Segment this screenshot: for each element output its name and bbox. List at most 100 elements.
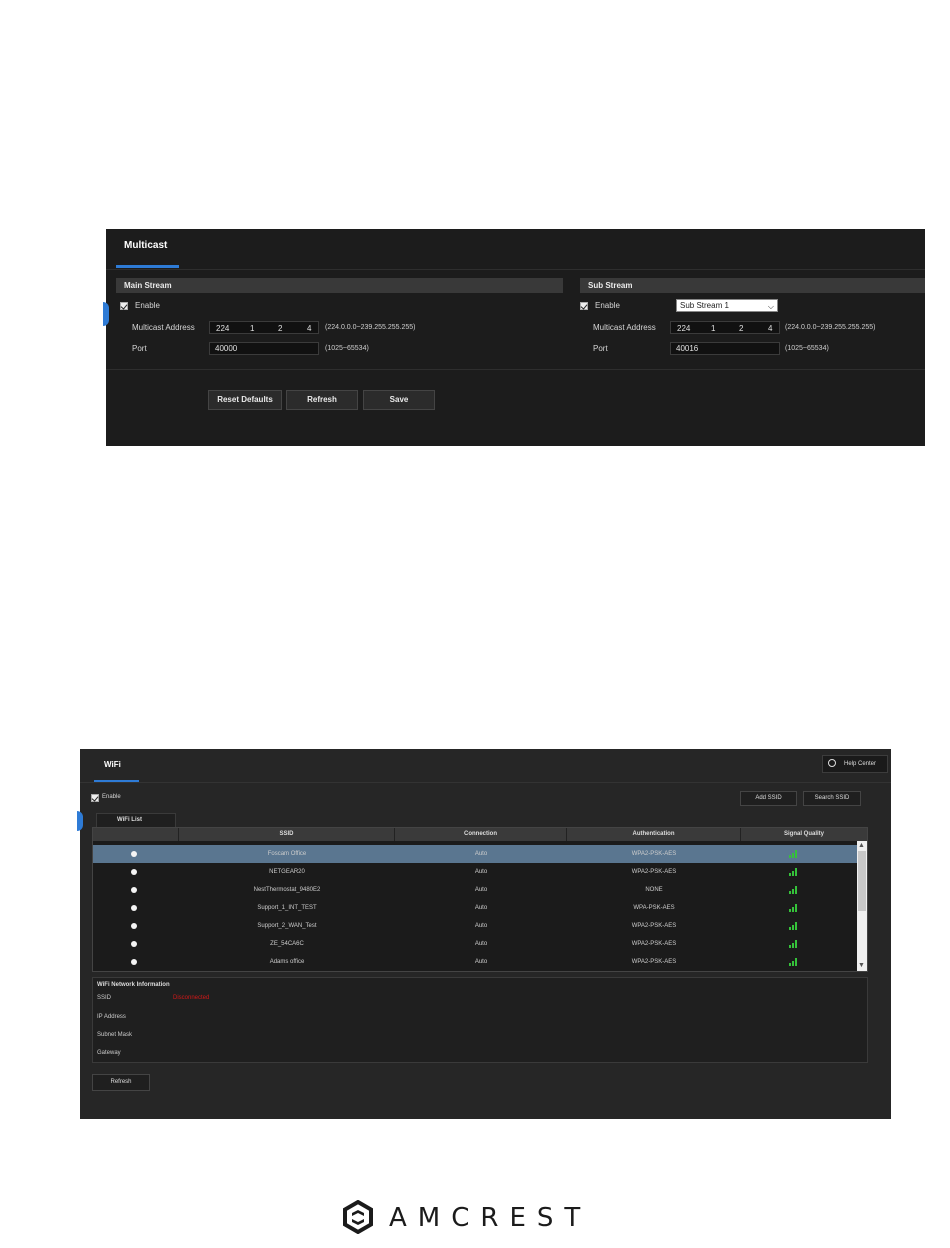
multicast-panel: Multicast Main Stream Enable Multicast A… [103,229,925,446]
table-row[interactable]: Foscam Office Auto WPA2-PSK-AES [93,845,857,863]
help-center-button[interactable]: Help Center [822,755,888,773]
connection-cell: Auto [474,887,488,893]
search-ssid-button[interactable]: Search SSID [803,791,861,806]
main-ip-range-hint: (224.0.0.0~239.255.255.255) [325,324,416,331]
column-signal-quality: Signal Quality [783,831,824,837]
radio-button[interactable] [131,887,137,893]
save-button[interactable]: Save [363,390,435,410]
ip-octet-4: 4 [768,324,773,333]
sub-stream-header: Sub Stream [580,278,925,293]
radio-button[interactable] [131,923,137,929]
auth-cell: WPA-PSK-AES [633,905,675,911]
sub-multicast-address-input[interactable]: 224 1 2 4 [670,321,780,334]
signal-strength-icon [789,850,799,858]
sub-stream-select[interactable]: Sub Stream 1 ⌵ [676,299,778,312]
column-select [93,828,179,841]
ip-octet-1: 224 [216,324,230,333]
active-tab-indicator [116,265,179,268]
connection-cell: Auto [474,851,488,857]
table-row[interactable]: NETGEAR20 Auto WPA2-PSK-AES [93,863,857,881]
scrollbar-thumb[interactable] [858,851,866,911]
column-connection: Connection [395,828,567,841]
tab-wifi-list[interactable]: WiFi List [96,813,176,827]
signal-strength-icon [789,868,799,876]
signal-strength-icon [789,886,799,894]
table-scrollbar[interactable]: ▲ ▼ [857,841,867,971]
sub-stream-select-value: Sub Stream 1 [680,301,729,310]
auth-cell: WPA2-PSK-AES [631,923,677,929]
sub-port-label: Port [593,344,608,353]
network-info-title: WiFi Network Information [97,982,170,988]
ip-octet-3: 2 [278,324,283,333]
tab-wifi[interactable]: WiFi [104,760,121,769]
radio-button[interactable] [131,851,137,857]
scroll-down-icon[interactable]: ▼ [858,962,865,969]
table-row[interactable]: NestThermostat_9480E2 Auto NONE [93,881,857,899]
scroll-up-icon[interactable]: ▲ [858,842,865,849]
ssid-cell: Adams office [269,959,305,965]
divider [106,369,925,370]
signal-strength-icon [789,922,799,930]
main-port-range-hint: (1025~65534) [325,345,369,352]
wifi-panel: WiFi Help Center Enable Add SSID Search … [77,749,891,1119]
ip-octet-4: 4 [307,324,312,333]
ssid-cell: Support_2_WAN_Test [257,923,317,929]
table-row[interactable]: ZE_54CA6C Auto WPA2-PSK-AES [93,935,857,953]
help-icon [828,759,836,767]
ssid-cell: Foscam Office [267,851,307,857]
signal-strength-icon [789,940,799,948]
divider [80,782,891,783]
wifi-enable-label: Enable [102,794,121,800]
auth-cell: NONE [645,887,663,893]
chevron-down-icon: ⌵ [767,302,774,311]
table-row[interactable]: Support_1_INT_TEST Auto WPA-PSK-AES [93,899,857,917]
auth-cell: WPA2-PSK-AES [631,941,677,947]
auth-cell: WPA2-PSK-AES [631,851,677,857]
main-port-label: Port [132,344,147,353]
connection-cell: Auto [474,959,488,965]
table-row[interactable]: Support_2_WAN_Test Auto WPA2-PSK-AES [93,917,857,935]
radio-button[interactable] [131,869,137,875]
main-stream-header: Main Stream [116,278,563,293]
column-ssid[interactable]: SSID [179,828,395,841]
signal-strength-icon [789,904,799,912]
sub-port-range-hint: (1025~65534) [785,345,829,352]
sub-stream-enable-label: Enable [595,301,620,310]
signal-strength-icon [789,958,799,966]
ssid-cell: NETGEAR20 [269,869,305,875]
wifi-list-table: SSID Connection Authentication Signal Qu… [92,827,868,972]
ip-octet-2: 1 [250,324,255,333]
ip-address-label: IP Address [97,1014,126,1020]
wifi-refresh-button[interactable]: Refresh [92,1074,150,1091]
sub-stream-enable-checkbox[interactable] [580,302,588,310]
amcrest-logo-mark-icon [343,1200,373,1234]
radio-button[interactable] [131,905,137,911]
ip-octet-2: 1 [711,324,716,333]
ip-octet-3: 2 [739,324,744,333]
tab-multicast[interactable]: Multicast [124,240,167,251]
refresh-button[interactable]: Refresh [286,390,358,410]
brand-wordmark: AMCREST [389,1203,592,1233]
main-multicast-address-input[interactable]: 224 1 2 4 [209,321,319,334]
help-center-label: Help Center [844,761,877,767]
wifi-enable-checkbox[interactable] [91,794,99,802]
reset-defaults-button[interactable]: Reset Defaults [208,390,282,410]
sub-port-input[interactable]: 40016 [670,342,780,355]
radio-button[interactable] [131,941,137,947]
wifi-network-information: WiFi Network Information SSID Disconnect… [92,977,868,1063]
column-authentication: Authentication [567,828,741,841]
radio-button[interactable] [131,959,137,965]
main-stream-enable-checkbox[interactable] [120,302,128,310]
sub-multicast-address-label: Multicast Address [593,323,656,332]
add-ssid-button[interactable]: Add SSID [740,791,797,806]
auth-cell: WPA2-PSK-AES [631,869,677,875]
main-port-input[interactable]: 40000 [209,342,319,355]
sidebar-toggle-handle[interactable] [77,811,83,831]
connection-cell: Auto [474,869,488,875]
ssid-status-value: Disconnected [173,995,210,1001]
connection-cell: Auto [474,923,488,929]
main-multicast-address-label: Multicast Address [132,323,195,332]
ssid-cell: ZE_54CA6C [270,941,304,947]
sidebar-toggle-handle[interactable] [103,302,109,326]
table-row[interactable]: Adams office Auto WPA2-PSK-AES [93,953,857,971]
